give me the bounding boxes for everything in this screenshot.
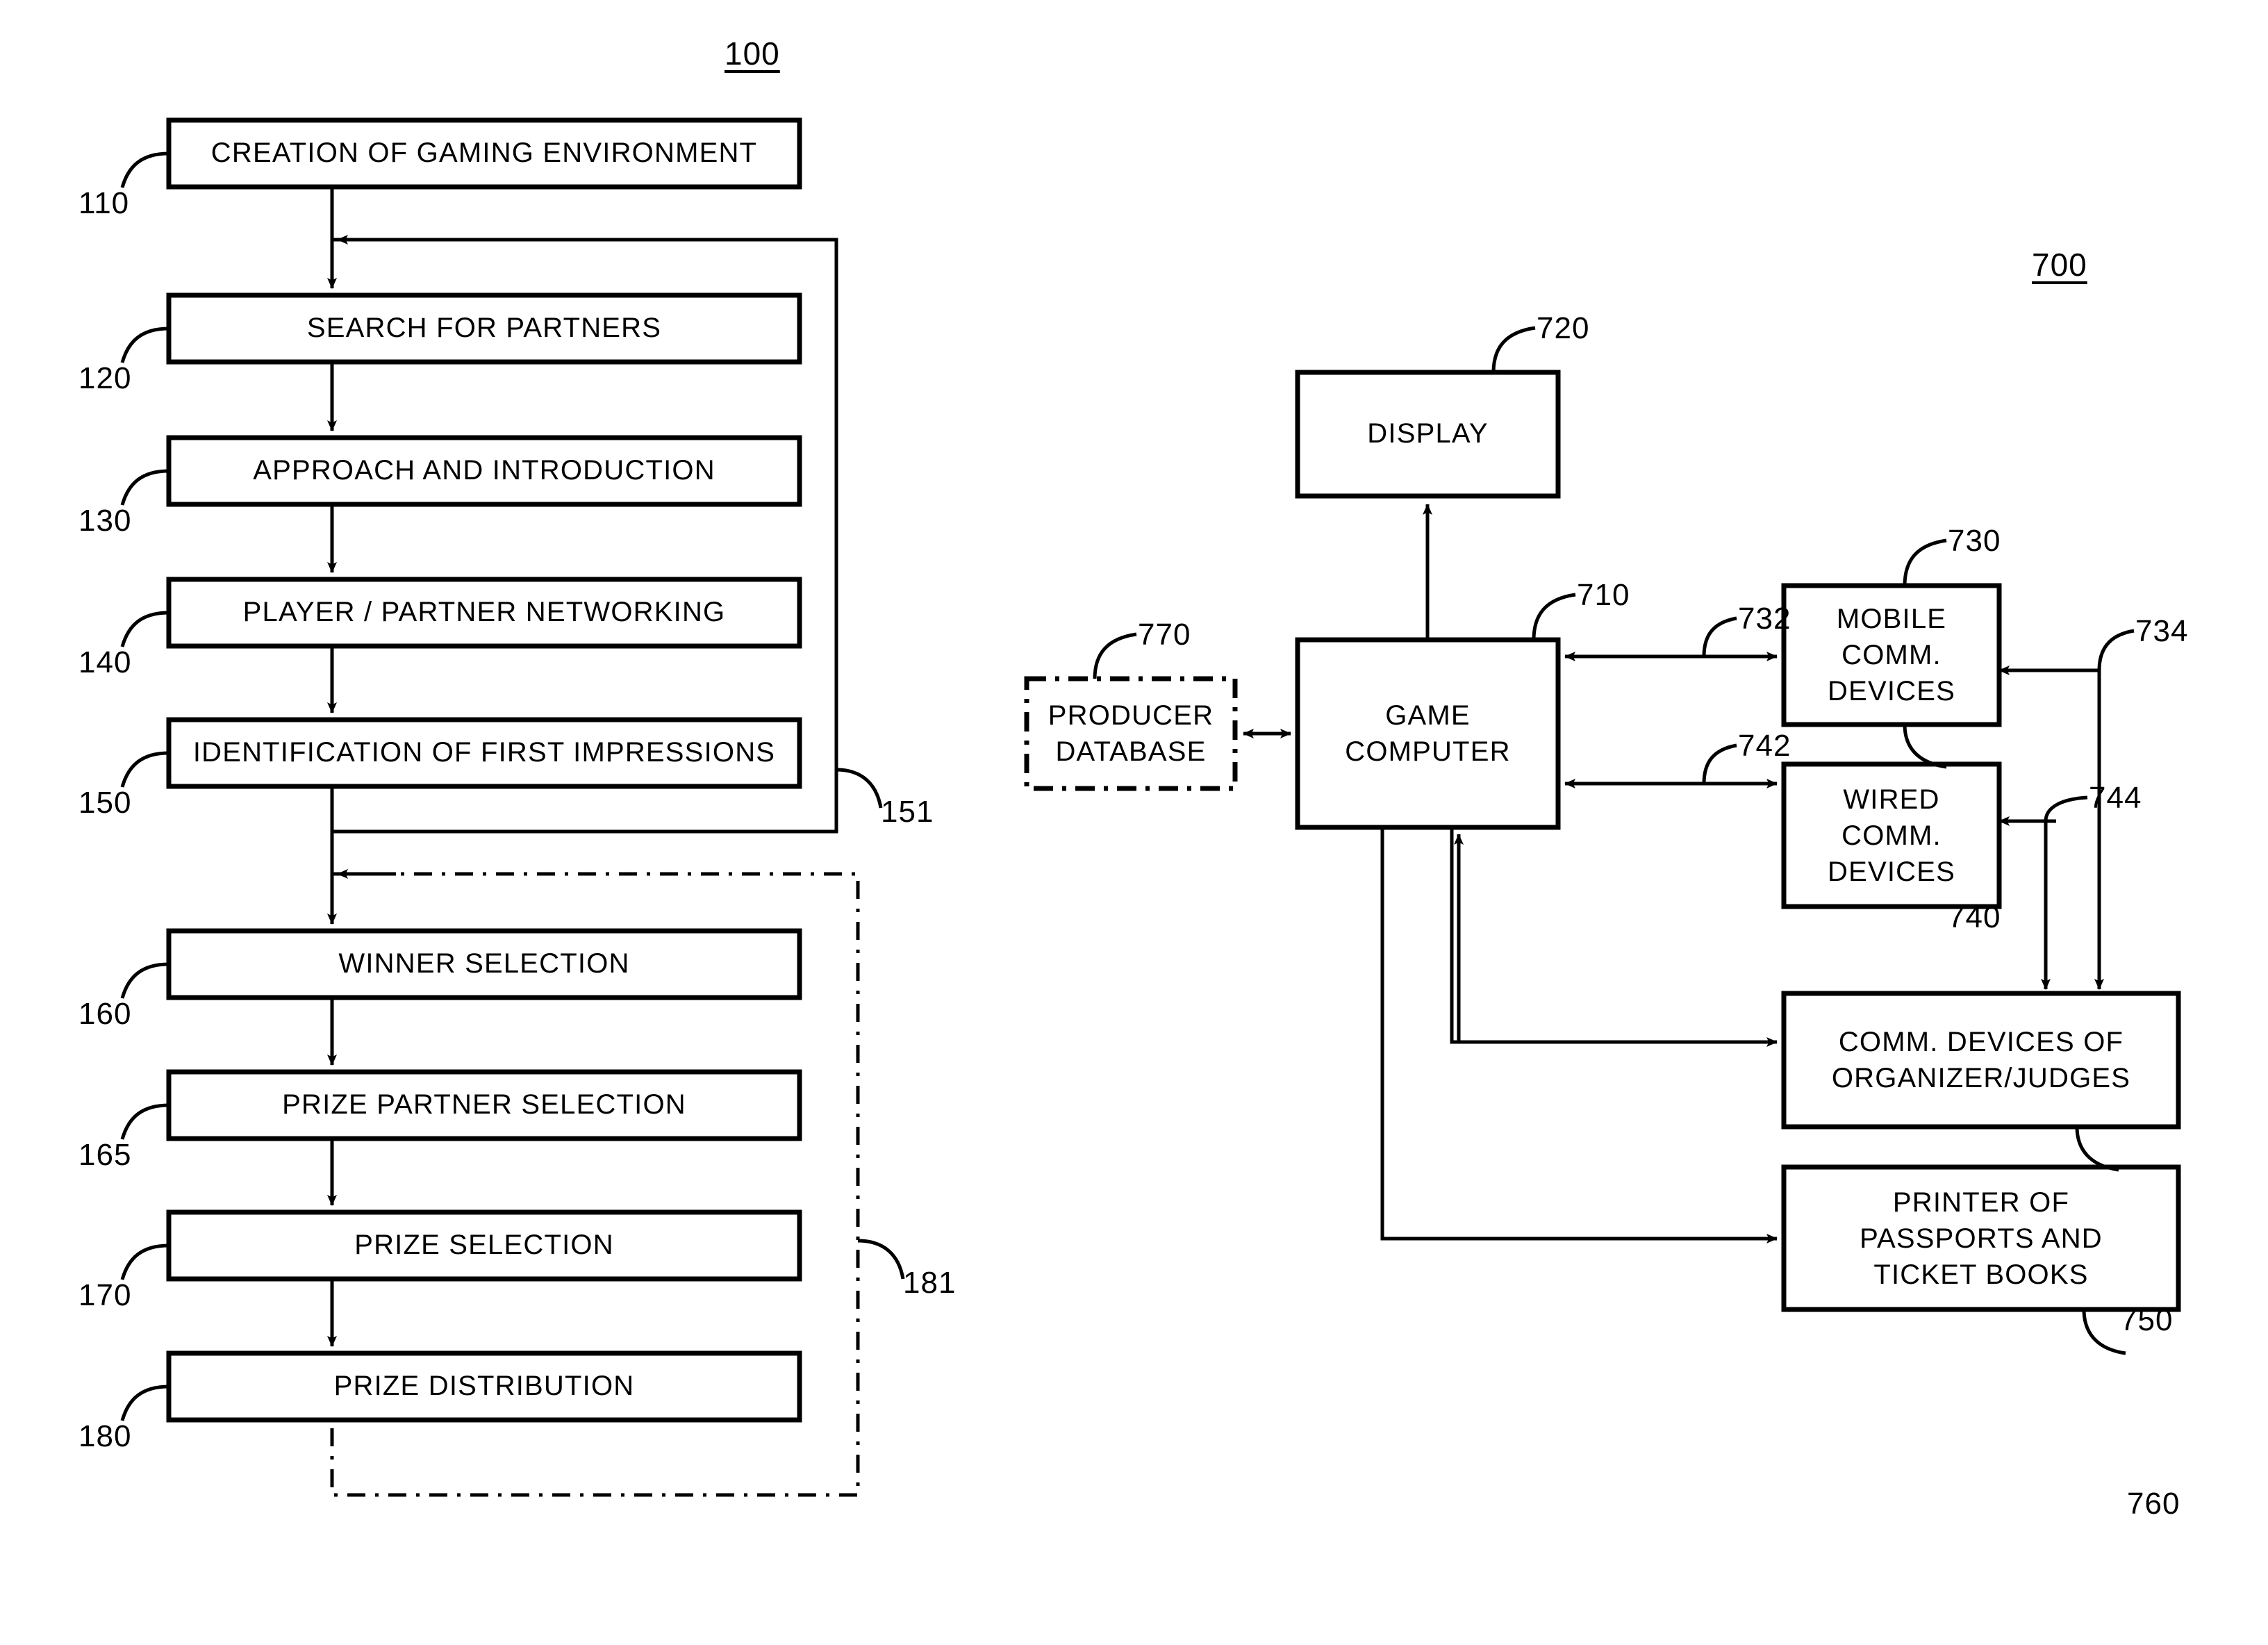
node-box-760 xyxy=(1781,1164,2181,1312)
ref-734: 734 xyxy=(2135,614,2189,648)
leader-lines-right xyxy=(1093,326,2135,1355)
ref-740: 740 xyxy=(1948,900,2001,934)
ref-140: 140 xyxy=(78,645,132,679)
step-box-110 xyxy=(166,117,802,190)
arrow-710-760 xyxy=(1380,827,1778,1243)
node-box-740 xyxy=(1781,761,2002,909)
ref-750: 750 xyxy=(2120,1303,2174,1337)
link-734 xyxy=(1998,666,2104,990)
ref-181: 181 xyxy=(903,1266,957,1300)
step-box-120 xyxy=(166,292,802,365)
step-box-180 xyxy=(166,1350,802,1423)
drawing-lines xyxy=(120,117,2181,1497)
step-box-150 xyxy=(166,717,802,789)
figure-number-100: 100 xyxy=(725,35,780,72)
ref-130: 130 xyxy=(78,504,132,538)
dashed-enclosure-181 xyxy=(330,872,860,1497)
ref-151: 151 xyxy=(881,795,934,829)
ref-165: 165 xyxy=(78,1138,132,1172)
node-box-710 xyxy=(1295,637,1561,830)
ref-120: 120 xyxy=(78,361,132,395)
ref-180: 180 xyxy=(78,1419,132,1453)
ref-710: 710 xyxy=(1577,578,1630,612)
ref-170: 170 xyxy=(78,1278,132,1312)
node-box-720 xyxy=(1295,370,1561,499)
feedback-loop-151 xyxy=(332,235,838,834)
ref-160: 160 xyxy=(78,997,132,1031)
ref-744: 744 xyxy=(2089,781,2142,815)
figure-number-700: 700 xyxy=(2032,247,2087,283)
step-box-170 xyxy=(166,1209,802,1282)
ref-730: 730 xyxy=(1948,524,2001,558)
ref-150: 150 xyxy=(78,786,132,820)
patent-drawing-sheet: 100 700 CREATION OF GAMING ENVIRONMENT S… xyxy=(0,0,2268,1645)
ref-110: 110 xyxy=(78,186,130,220)
node-box-730 xyxy=(1781,583,2002,727)
step-box-160 xyxy=(166,928,802,1000)
ref-720: 720 xyxy=(1537,311,1590,345)
arrow-710-750 xyxy=(1450,827,1778,1047)
ref-732: 732 xyxy=(1738,602,1791,636)
ref-770: 770 xyxy=(1138,618,1191,652)
step-box-140 xyxy=(166,577,802,649)
ref-742: 742 xyxy=(1738,729,1791,763)
step-box-130 xyxy=(166,435,802,507)
step-box-165 xyxy=(166,1069,802,1141)
link-744 xyxy=(1998,816,2056,990)
node-box-770 xyxy=(1024,676,1238,791)
node-box-750 xyxy=(1781,991,2181,1130)
ref-760: 760 xyxy=(2127,1487,2180,1521)
